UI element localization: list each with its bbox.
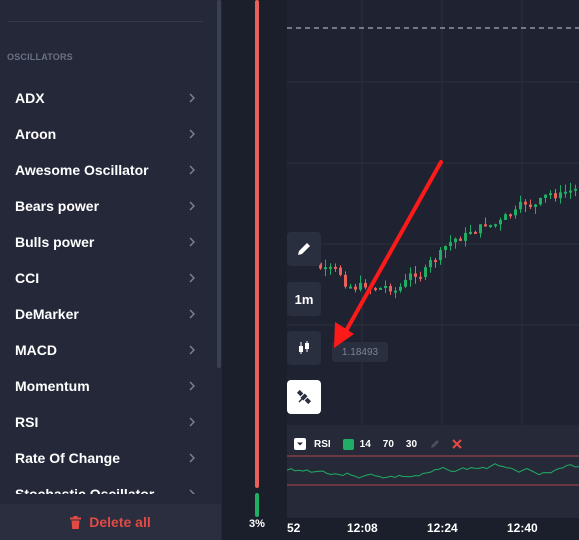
chevron-right-icon bbox=[189, 489, 195, 494]
candle bbox=[509, 214, 512, 217]
timeframe-button[interactable]: 1m bbox=[287, 282, 321, 316]
candle bbox=[564, 191, 567, 194]
candle bbox=[469, 231, 472, 234]
chart-type-button[interactable] bbox=[287, 331, 321, 365]
indicator-label: DeMarker bbox=[15, 306, 79, 322]
indicator-item-stochastic-oscillator[interactable]: Stochastic Oscillator bbox=[0, 476, 215, 494]
indicator-item-macd[interactable]: MACD bbox=[0, 332, 215, 368]
rsi-toggle[interactable] bbox=[294, 438, 306, 450]
candle bbox=[539, 197, 542, 205]
indicator-label: Rate Of Change bbox=[15, 450, 121, 466]
candle bbox=[504, 214, 507, 220]
chevron-right-icon bbox=[189, 129, 195, 139]
indicator-label: Awesome Oscillator bbox=[15, 162, 149, 178]
chevron-right-icon bbox=[189, 381, 195, 391]
indicator-list: ADX Aroon Awesome Oscillator Bears power… bbox=[0, 80, 215, 494]
candle bbox=[544, 194, 547, 198]
indicator-item-bulls-power[interactable]: Bulls power bbox=[0, 224, 215, 260]
indicator-label: Stochastic Oscillator bbox=[15, 486, 155, 494]
rsi-lower: 30 bbox=[405, 438, 418, 450]
chevron-right-icon bbox=[189, 165, 195, 175]
sidebar-scrollbar[interactable] bbox=[217, 0, 221, 368]
indicator-item-demarker[interactable]: DeMarker bbox=[0, 296, 215, 332]
candle bbox=[454, 238, 457, 243]
chevron-right-icon bbox=[189, 201, 195, 211]
chevron-right-icon bbox=[189, 309, 195, 319]
indicator-item-momentum[interactable]: Momentum bbox=[0, 368, 215, 404]
sentiment-bar-up bbox=[255, 493, 259, 517]
indicator-item-aroon[interactable]: Aroon bbox=[0, 116, 215, 152]
sentiment-bar-down bbox=[255, 0, 259, 488]
rsi-header: RSI 14 70 30 bbox=[294, 436, 463, 452]
indicator-label: Bears power bbox=[15, 198, 100, 214]
candle bbox=[574, 188, 577, 191]
pencil-icon bbox=[298, 243, 310, 255]
candle bbox=[549, 193, 552, 196]
timeframe-label: 1m bbox=[294, 291, 314, 307]
candle bbox=[559, 192, 562, 199]
indicator-label: Momentum bbox=[15, 378, 90, 394]
candle bbox=[474, 231, 477, 234]
candle bbox=[569, 190, 572, 193]
indicator-label: Bulls power bbox=[15, 234, 95, 250]
chevron-right-icon bbox=[189, 345, 195, 355]
indicator-item-rate-of-change[interactable]: Rate Of Change bbox=[0, 440, 215, 476]
time-label: 12:40 bbox=[507, 521, 538, 535]
chevron-right-icon bbox=[189, 273, 195, 283]
indicators-sidebar: OSCILLATORS ADX Aroon Awesome Oscillator… bbox=[0, 0, 222, 540]
indicator-label: Aroon bbox=[15, 126, 57, 142]
trash-icon bbox=[70, 515, 82, 529]
rsi-color-swatch[interactable] bbox=[342, 438, 354, 450]
indicator-item-cci[interactable]: CCI bbox=[0, 260, 215, 296]
chevron-right-icon bbox=[189, 453, 195, 463]
annotation-arrow bbox=[334, 160, 443, 348]
close-icon[interactable] bbox=[451, 438, 463, 450]
indicator-label: RSI bbox=[15, 414, 39, 430]
rsi-line bbox=[287, 463, 579, 479]
candles-icon bbox=[299, 341, 309, 354]
candle bbox=[529, 204, 532, 207]
satellite-icon bbox=[296, 389, 312, 405]
candle bbox=[534, 204, 537, 207]
time-label: 12:24 bbox=[427, 521, 458, 535]
time-label: 12:08 bbox=[347, 521, 378, 535]
rsi-upper: 70 bbox=[382, 438, 394, 450]
candle bbox=[499, 219, 502, 225]
candle bbox=[479, 224, 482, 234]
rsi-period: 14 bbox=[359, 438, 371, 450]
candle bbox=[514, 209, 517, 216]
delete-all-label: Delete all bbox=[89, 514, 151, 530]
section-title: OSCILLATORS bbox=[7, 52, 73, 62]
candle bbox=[484, 224, 487, 227]
indicator-label: MACD bbox=[15, 342, 57, 358]
candle bbox=[464, 232, 467, 241]
indicator-item-awesome-oscillator[interactable]: Awesome Oscillator bbox=[0, 152, 215, 188]
delete-all-button[interactable]: Delete all bbox=[0, 504, 221, 540]
sentiment-percent: 3% bbox=[249, 518, 265, 530]
indicator-label: ADX bbox=[15, 90, 45, 106]
divider bbox=[8, 21, 203, 22]
pencil-icon[interactable] bbox=[429, 438, 441, 450]
chevron-down-icon bbox=[297, 442, 303, 446]
candle bbox=[494, 224, 497, 227]
candle bbox=[519, 201, 522, 210]
rsi-label: RSI bbox=[314, 438, 331, 450]
chevron-right-icon bbox=[189, 237, 195, 247]
draw-tool-button[interactable] bbox=[287, 232, 321, 266]
indicator-label: CCI bbox=[15, 270, 40, 286]
indicators-button[interactable] bbox=[287, 380, 321, 414]
indicator-item-adx[interactable]: ADX bbox=[0, 80, 215, 116]
indicator-item-rsi[interactable]: RSI bbox=[0, 404, 215, 440]
candle bbox=[459, 238, 462, 241]
chevron-right-icon bbox=[189, 417, 195, 427]
time-label: 52 bbox=[287, 521, 301, 535]
candle bbox=[489, 225, 492, 228]
chevron-right-icon bbox=[189, 93, 195, 103]
candle bbox=[524, 201, 527, 205]
indicator-item-bears-power[interactable]: Bears power bbox=[0, 188, 215, 224]
candle bbox=[554, 193, 557, 199]
